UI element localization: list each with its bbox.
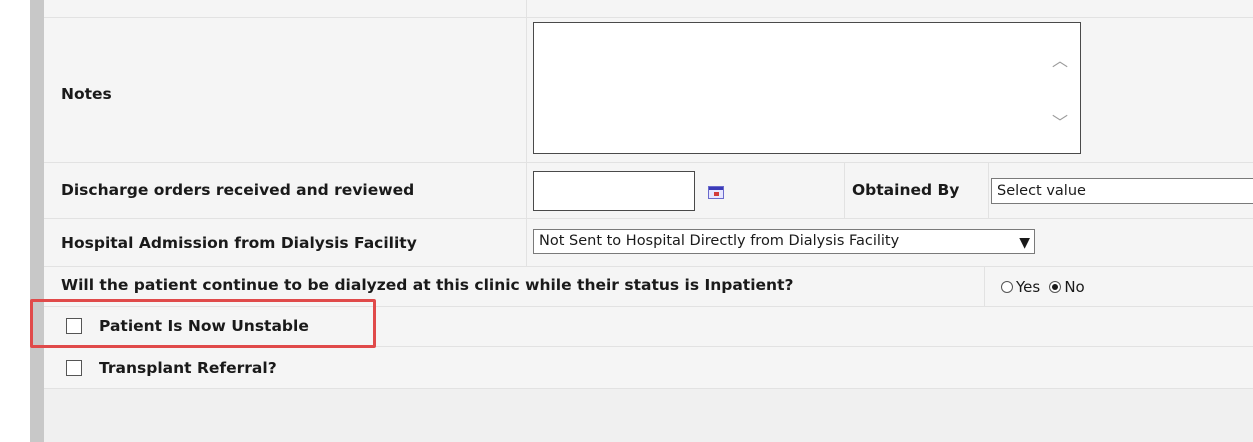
- calendar-icon[interactable]: [708, 186, 724, 199]
- admission-select[interactable]: Not Sent to Hospital Directly from Dialy…: [533, 229, 1035, 254]
- scroll-up-icon[interactable]: ︿: [1052, 53, 1068, 69]
- chevron-down-icon: ▼: [1019, 235, 1030, 251]
- scroll-down-icon[interactable]: ﹀: [1052, 115, 1068, 131]
- patient-form: Notes ︿ ﹀ Discharge orders received and …: [44, 0, 1253, 442]
- admission-label: Hospital Admission from Dialysis Facilit…: [61, 234, 417, 252]
- form-top-row: [44, 0, 1253, 18]
- notes-textarea[interactable]: ︿ ﹀: [533, 22, 1081, 154]
- radio-yes[interactable]: [1001, 281, 1013, 293]
- admission-select-value: Not Sent to Hospital Directly from Dialy…: [539, 233, 900, 249]
- highlight-box: [30, 299, 376, 348]
- discharge-label: Discharge orders received and reviewed: [61, 181, 415, 199]
- left-sidebar-bar: [30, 0, 44, 442]
- notes-label: Notes: [61, 85, 112, 103]
- discharge-date-input[interactable]: [533, 171, 695, 211]
- inpatient-question: Will the patient continue to be dialyzed…: [61, 276, 794, 294]
- obtained-by-label: Obtained By: [852, 181, 960, 199]
- obtained-by-value: Select value: [997, 183, 1086, 199]
- page-margin: [0, 0, 30, 442]
- transplant-checkbox[interactable]: [66, 360, 82, 376]
- inpatient-radio-group: Yes No: [1001, 277, 1089, 296]
- radio-no[interactable]: [1049, 281, 1062, 293]
- radio-no-label: No: [1064, 278, 1085, 296]
- radio-yes-label: Yes: [1016, 278, 1041, 296]
- form-bottom-area: [44, 389, 1253, 442]
- obtained-by-select[interactable]: Select value: [991, 178, 1253, 204]
- transplant-label: Transplant Referral?: [99, 359, 277, 377]
